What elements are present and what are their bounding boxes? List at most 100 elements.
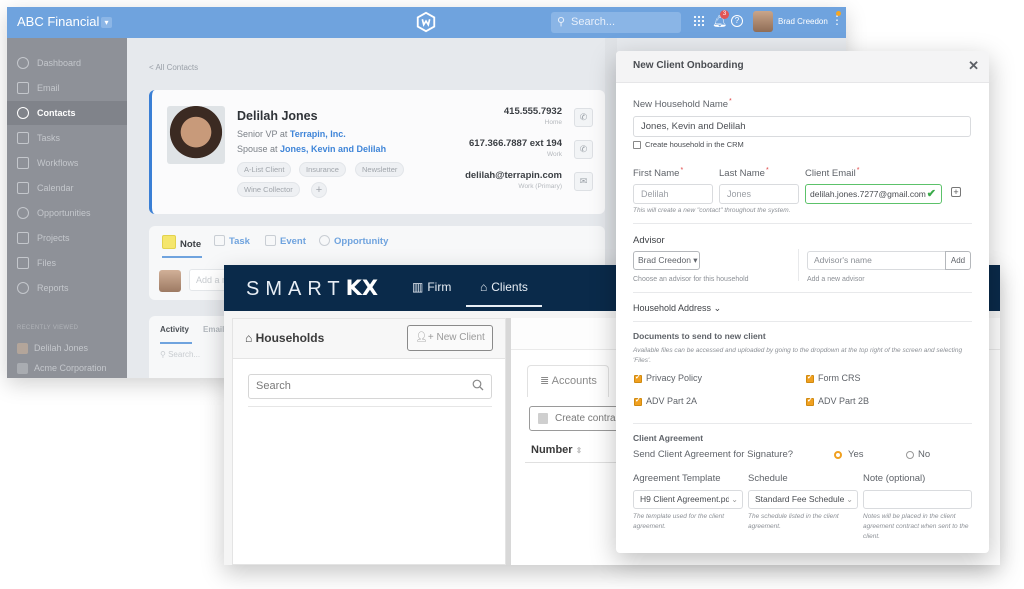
- sidebar-item-projects[interactable]: Projects: [7, 226, 127, 250]
- home-phone: 415.555.7932: [503, 106, 562, 117]
- agreement-template-select[interactable]: H9 Client Agreement.pdf ⌄: [633, 490, 743, 509]
- first-name-label: First Name*: [633, 167, 683, 179]
- recent-item-company[interactable]: Acme Corporation: [17, 363, 107, 374]
- send-yes-label: Yes: [848, 449, 864, 460]
- create-in-crm-checkbox[interactable]: [633, 141, 641, 149]
- recent-item-label: Delilah Jones: [34, 343, 89, 353]
- send-no-radio[interactable]: [906, 451, 914, 459]
- global-search-input[interactable]: ⚲ Search...: [551, 12, 681, 33]
- tab-label: Event: [280, 236, 306, 247]
- sidebar-item-email[interactable]: Email: [7, 76, 127, 100]
- files-icon: [17, 257, 29, 269]
- smartkx-logo[interactable]: SMARTKX: [246, 276, 378, 301]
- app-switcher-caret-icon[interactable]: ▾: [101, 17, 112, 28]
- new-client-button[interactable]: 👤︎+ New Client: [407, 325, 493, 351]
- call-home-button[interactable]: ✆: [574, 108, 593, 127]
- toggle-label: Household Address: [633, 303, 712, 313]
- call-work-button[interactable]: ✆: [574, 140, 593, 159]
- sidebar-item-reports[interactable]: Reports: [7, 276, 127, 300]
- apps-grid-icon[interactable]: [693, 15, 705, 27]
- add-tag-button[interactable]: +: [311, 182, 327, 198]
- company-link[interactable]: Terrapin, Inc.: [290, 129, 346, 139]
- nav-clients[interactable]: ⌂ Clients: [480, 280, 528, 294]
- crm-sidebar: Dashboard Email Contacts Tasks Workflows…: [7, 38, 127, 378]
- wealthbox-logo-icon[interactable]: [415, 11, 437, 33]
- adv-part-2a-label: ADV Part 2A: [646, 396, 698, 406]
- job-title-prefix: Senior VP at: [237, 129, 290, 139]
- logo-text-bold: KX: [345, 276, 379, 300]
- contact-name: Delilah Jones: [237, 109, 318, 123]
- breadcrumb-all-contacts[interactable]: < All Contacts: [149, 63, 198, 72]
- nav-label: Firm: [427, 280, 452, 294]
- advisor-name-input[interactable]: Advisor's name: [807, 251, 946, 270]
- modal-header: New Client Onboarding ✕: [616, 51, 989, 83]
- sidebar-item-opportunities[interactable]: Opportunities: [7, 201, 127, 225]
- sidebar-item-dashboard[interactable]: Dashboard: [7, 51, 127, 75]
- adv-part-2b-checkbox[interactable]: [806, 396, 814, 406]
- send-email-button[interactable]: ✉: [574, 172, 593, 191]
- client-agreement-title: Client Agreement: [633, 433, 704, 443]
- sidebar-item-label: Projects: [37, 233, 70, 243]
- divider: [633, 321, 972, 322]
- building-icon: ▥: [412, 280, 424, 294]
- last-name-label: Last Name*: [719, 167, 769, 179]
- tab-task[interactable]: Task: [214, 235, 250, 247]
- phone-icon: ✆: [579, 144, 588, 154]
- client-email-input[interactable]: delilah.jones.7277@gmail.com ✔: [805, 184, 942, 204]
- search-placeholder: Search...: [571, 16, 616, 28]
- households-panel: ⌂ Households 👤︎+ New Client Search: [232, 318, 506, 565]
- tag[interactable]: Newsletter: [355, 162, 405, 177]
- user-name[interactable]: Brad Creedon: [778, 17, 828, 26]
- note-label: Note (optional): [863, 473, 926, 484]
- sidebar-item-tasks[interactable]: Tasks: [7, 126, 127, 150]
- last-name-input[interactable]: Jones: [719, 184, 799, 204]
- schedule-label: Schedule: [748, 473, 788, 484]
- privacy-policy-checkbox[interactable]: [634, 373, 642, 383]
- send-yes-radio[interactable]: [834, 451, 842, 459]
- status-dot: [836, 11, 841, 16]
- tab-email[interactable]: Email: [203, 325, 224, 334]
- search-icon: ⚲: [557, 16, 566, 28]
- calendar-icon: [17, 182, 29, 194]
- sort-icon[interactable]: ⇕: [576, 446, 583, 455]
- note-input[interactable]: [863, 490, 972, 509]
- households-title-text: Households: [255, 331, 325, 345]
- form-crs-checkbox[interactable]: [806, 373, 814, 383]
- divider: [248, 406, 492, 407]
- chevron-down-icon: ⌄: [844, 491, 853, 508]
- close-icon[interactable]: ✕: [968, 58, 979, 74]
- sidebar-item-contacts[interactable]: Contacts: [7, 101, 127, 125]
- help-icon[interactable]: ?: [731, 15, 743, 27]
- sidebar-item-files[interactable]: Files: [7, 251, 127, 275]
- sidebar-item-calendar[interactable]: Calendar: [7, 176, 127, 200]
- tab-note[interactable]: Note: [162, 235, 201, 250]
- tab-opportunity[interactable]: Opportunity: [319, 235, 388, 247]
- first-name-input[interactable]: Delilah: [633, 184, 713, 204]
- household-link[interactable]: Jones, Kevin and Delilah: [280, 144, 386, 154]
- household-name-input[interactable]: Jones, Kevin and Delilah: [633, 116, 971, 137]
- documents-title: Documents to send to new client: [633, 331, 766, 341]
- app-title[interactable]: ABC Financial: [17, 14, 99, 29]
- column-header-number[interactable]: Number ⇕: [531, 444, 582, 456]
- chevron-down-icon: ⌄: [729, 491, 738, 508]
- recent-item-contact[interactable]: Delilah Jones: [17, 343, 89, 354]
- tab-accounts[interactable]: ≣ Accounts: [527, 365, 609, 397]
- schedule-select[interactable]: Standard Fee Schedule ⌄: [748, 490, 858, 509]
- household-address-toggle[interactable]: Household Address ⌄: [633, 303, 721, 314]
- user-avatar[interactable]: [753, 11, 773, 32]
- add-contact-icon[interactable]: +: [951, 187, 961, 197]
- sidebar-item-label: Calendar: [37, 183, 74, 193]
- tag[interactable]: A-List Client: [237, 162, 292, 177]
- tag[interactable]: Wine Collector: [237, 182, 300, 197]
- sidebar-item-workflows[interactable]: Workflows: [7, 151, 127, 175]
- activity-search-input[interactable]: ⚲ Search...: [160, 350, 200, 359]
- nav-firm[interactable]: ▥ Firm: [412, 280, 451, 294]
- tab-activity[interactable]: Activity: [160, 325, 189, 334]
- adv-part-2a-checkbox[interactable]: [634, 396, 642, 406]
- required-marker: *: [729, 98, 732, 105]
- add-advisor-button[interactable]: Add: [945, 251, 971, 270]
- tag[interactable]: Insurance: [299, 162, 346, 177]
- tab-event[interactable]: Event: [265, 235, 306, 247]
- advisor-select[interactable]: Brad Creedon ▾: [633, 251, 700, 270]
- households-search-input[interactable]: Search: [248, 374, 492, 399]
